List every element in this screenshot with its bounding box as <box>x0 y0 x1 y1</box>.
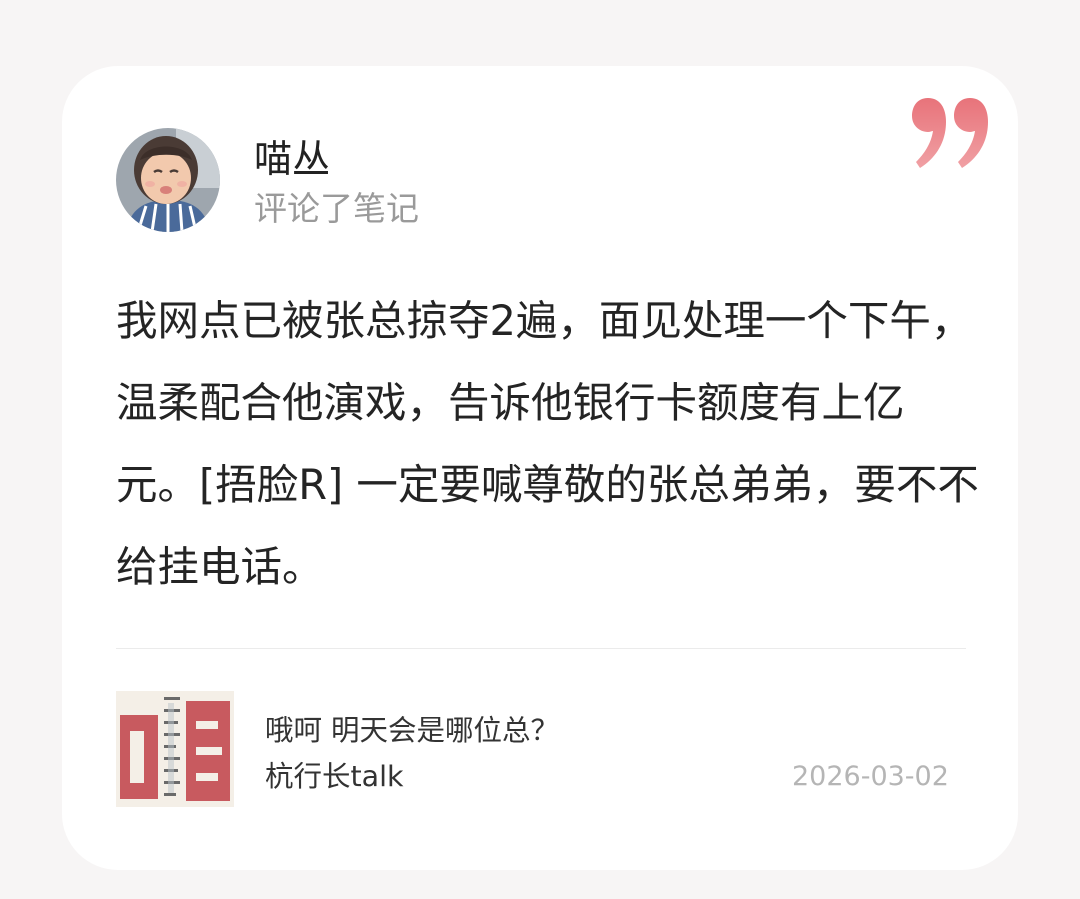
note-title[interactable]: 哦呵 明天会是哪位总？ <box>265 708 559 754</box>
note-author[interactable]: 杭行长talk <box>265 754 559 800</box>
quote-icon <box>912 98 988 168</box>
divider <box>116 648 966 649</box>
comment-card: 喵丛 评论了笔记 我网点已被张总掠夺2遍，面见处理一个下午，温柔配合他演戏，告诉… <box>62 66 1018 870</box>
avatar[interactable] <box>116 128 220 232</box>
note-info[interactable]: 哦呵 明天会是哪位总？ 杭行长talk <box>265 708 559 800</box>
action-label: 评论了笔记 <box>254 189 419 228</box>
note-cover-thumbnail[interactable] <box>116 691 234 807</box>
note-date: 2026-03-02 <box>792 761 949 792</box>
username[interactable]: 喵丛 <box>254 140 330 178</box>
comment-text: 我网点已被张总掠夺2遍，面见处理一个下午，温柔配合他演戏，告诉他银行卡额度有上亿… <box>116 296 979 591</box>
